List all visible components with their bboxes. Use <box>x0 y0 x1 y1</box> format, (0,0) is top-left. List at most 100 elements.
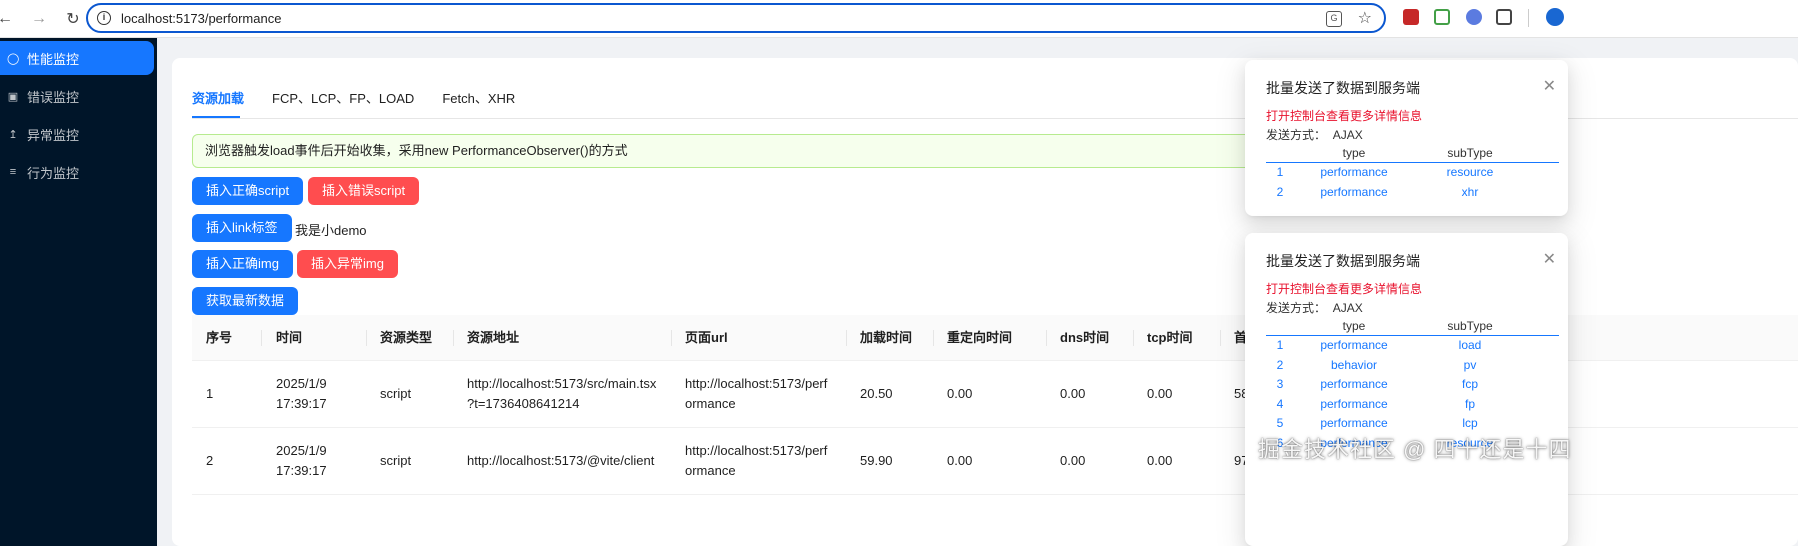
tab-resource-loading[interactable]: 资源加载 <box>192 86 244 116</box>
cell-index: 1 <box>206 386 214 401</box>
arrow-left-icon[interactable]: ← <box>0 6 18 32</box>
cell-tcp-time: 0.00 <box>1147 453 1173 468</box>
profile-avatar-icon[interactable] <box>1546 8 1564 26</box>
cell-index: 2 <box>206 453 214 468</box>
cell-time-clock: 17:39:17 <box>276 463 327 478</box>
item-index: 3 <box>1276 377 1284 391</box>
notification-title: 批量发送了数据到服务端 <box>1266 80 1420 96</box>
item-index: 2 <box>1276 357 1284 372</box>
notification-batch-send: 批量发送了数据到服务端 ✕ 打开控制台查看更多详情信息 发送方式： AJAX t… <box>1245 233 1568 546</box>
cell-load-time: 59.90 <box>860 453 893 468</box>
sidebar-item-label: 异常监控 <box>27 127 80 143</box>
sidebar-item-performance[interactable]: ◯ 性能监控 <box>0 41 154 75</box>
fetch-latest-button[interactable]: 获取最新数据 <box>192 287 299 315</box>
column-header: 加载时间 <box>860 330 913 345</box>
list-item: 2 behavior pv <box>1266 356 1559 376</box>
tab-active-indicator <box>192 116 240 118</box>
cell-time: 2025/1/9 17:39:17 <box>262 374 327 414</box>
cell-dns-time: 0.00 <box>1060 453 1086 468</box>
watermark: 掘金技术社区 @ 四十还是十四 <box>1258 437 1572 462</box>
cell-page-line2: ormance <box>685 463 736 478</box>
send-method-label: 发送方式： <box>1266 301 1327 315</box>
toolbar-divider <box>1528 9 1529 27</box>
sidebar-item-label: 错误监控 <box>27 89 80 105</box>
arrow-right-icon[interactable]: → <box>26 6 52 32</box>
item-subtype: fp <box>1464 396 1475 411</box>
item-subtype: lcp <box>1462 416 1478 430</box>
list-item: 2 performance xhr <box>1266 183 1559 203</box>
header-subtype: subType <box>1447 146 1493 160</box>
cell-src: http://localhost:5173/src/main.tsx ?t=173… <box>453 374 656 414</box>
item-index: 5 <box>1276 416 1284 430</box>
address-url[interactable]: localhost:5173/performance <box>121 11 281 26</box>
cell-redirect-time: 0.00 <box>947 453 973 468</box>
tab-fcp-lcp[interactable]: FCP、LCP、FP、LOAD <box>272 86 414 116</box>
reload-icon[interactable]: ↻ <box>60 6 86 32</box>
header-type: type <box>1342 319 1366 333</box>
item-subtype: xhr <box>1461 184 1479 199</box>
item-type: performance <box>1320 338 1388 352</box>
header-subtype: subType <box>1447 319 1493 333</box>
item-type: behavior <box>1330 357 1378 372</box>
address-bar[interactable]: i localhost:5173/performance G ☆ <box>86 3 1386 33</box>
send-method-value: AJAX <box>1332 128 1363 142</box>
cell-page-line1: http://localhost:5173/perf <box>685 443 828 458</box>
translate-icon[interactable]: G <box>1326 11 1342 27</box>
bookmark-star-icon[interactable]: ☆ <box>1358 8 1372 28</box>
item-subtype: pv <box>1463 357 1477 372</box>
header-type: type <box>1342 146 1366 160</box>
notification-title: 批量发送了数据到服务端 <box>1266 253 1420 269</box>
item-subtype: load <box>1458 338 1482 352</box>
item-subtype: fcp <box>1461 377 1478 391</box>
sidebar-item-error[interactable]: ▣ 错误监控 <box>0 79 154 113</box>
cell-tcp-time: 0.00 <box>1147 386 1173 401</box>
column-header: 序号 <box>206 330 233 345</box>
column-header: 页面url <box>685 330 728 345</box>
insert-link-button[interactable]: 插入link标签 <box>192 214 292 242</box>
item-type: performance <box>1320 184 1388 199</box>
site-info-icon[interactable]: i <box>97 11 111 25</box>
list-item: 4 performance fp <box>1266 395 1559 415</box>
sent-data-header: type subType <box>1266 317 1559 336</box>
cell-page-line1: http://localhost:5173/perf <box>685 376 828 391</box>
cell-redirect-time: 0.00 <box>947 386 973 401</box>
close-icon[interactable]: ✕ <box>1543 76 1556 96</box>
item-index: 4 <box>1276 396 1284 411</box>
extension-bot-icon[interactable] <box>1466 9 1482 25</box>
column-header: 重定向时间 <box>947 330 1013 345</box>
sidebar: ◯ 性能监控 ▣ 错误监控 ↥ 异常监控 ≡ 行为监控 <box>0 38 157 546</box>
video-icon: ▣ <box>7 90 19 103</box>
cell-src-line2: ?t=1736408641214 <box>467 396 580 411</box>
column-header: 资源地址 <box>467 330 520 345</box>
insert-script-error-button[interactable]: 插入错误script <box>308 177 420 205</box>
item-type: performance <box>1320 416 1388 430</box>
column-header: 首 <box>1234 330 1248 345</box>
console-detail-link[interactable]: 打开控制台查看更多详情信息 <box>1266 107 1422 124</box>
send-method: 发送方式： AJAX <box>1266 126 1363 143</box>
console-detail-link[interactable]: 打开控制台查看更多详情信息 <box>1266 280 1422 297</box>
sent-data-header: type subType <box>1266 144 1559 163</box>
cell-src: http://localhost:5173/@vite/client <box>467 453 655 468</box>
tab-fetch-xhr[interactable]: Fetch、XHR <box>442 86 515 116</box>
user-icon: ◯ <box>7 52 20 65</box>
item-type: performance <box>1320 396 1388 411</box>
list-item: 5 performance lcp <box>1266 414 1559 434</box>
insert-img-error-button[interactable]: 插入异常img <box>297 250 398 278</box>
insert-script-ok-button[interactable]: 插入正确script <box>192 177 304 205</box>
cell-page-url: http://localhost:5173/perf ormance <box>671 441 827 481</box>
extension-edit-icon[interactable] <box>1434 9 1450 25</box>
close-icon[interactable]: ✕ <box>1543 249 1556 269</box>
column-header: dns时间 <box>1060 330 1110 345</box>
sidebar-item-exception[interactable]: ↥ 异常监控 <box>0 117 154 151</box>
extension-red-icon[interactable] <box>1403 9 1419 25</box>
cell-load-time: 20.50 <box>860 386 893 401</box>
extensions-puzzle-icon[interactable] <box>1496 9 1512 25</box>
cell-type: script <box>380 386 412 401</box>
send-method: 发送方式： AJAX <box>1266 299 1363 316</box>
cell-time: 2025/1/9 17:39:17 <box>262 441 327 481</box>
insert-img-ok-button[interactable]: 插入正确img <box>192 250 293 278</box>
cell-page-url: http://localhost:5173/perf ormance <box>671 374 827 414</box>
upload-icon: ↥ <box>8 128 18 141</box>
item-subtype: resource <box>1446 165 1494 179</box>
sidebar-item-behavior[interactable]: ≡ 行为监控 <box>0 155 154 189</box>
